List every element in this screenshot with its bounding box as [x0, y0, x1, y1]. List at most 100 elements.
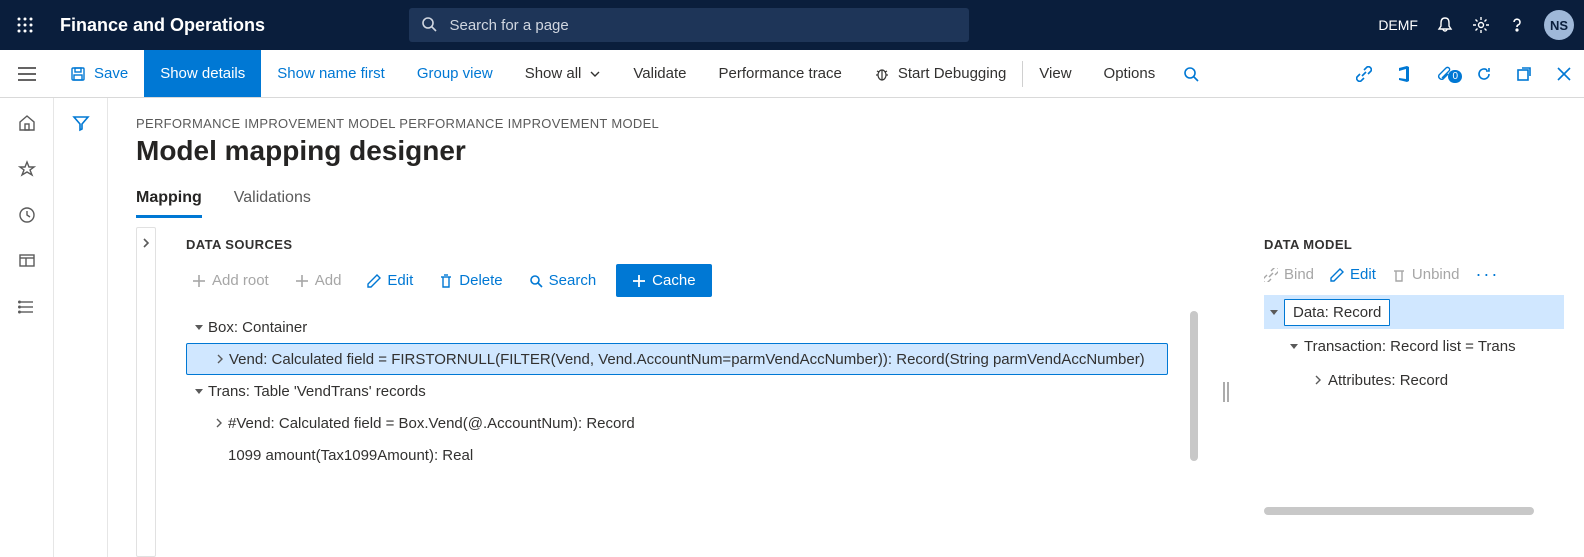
horizontal-scrollbar[interactable] — [1264, 507, 1534, 515]
cache-label: Cache — [652, 272, 695, 289]
company-code[interactable]: DEMF — [1378, 17, 1418, 33]
ds-search-button[interactable]: Search — [523, 268, 603, 293]
view-label: View — [1039, 65, 1071, 82]
refresh-icon[interactable] — [1464, 66, 1504, 82]
data-sources-toolbar: Add root Add Edit Delete — [186, 264, 1188, 297]
bind-label: Bind — [1284, 266, 1314, 283]
tree-label: 1099 amount(Tax1099Amount): Real — [228, 447, 473, 464]
show-all-dropdown[interactable]: Show all — [509, 50, 618, 97]
group-view-button[interactable]: Group view — [401, 50, 509, 97]
performance-trace-label: Performance trace — [718, 65, 841, 82]
caret-down-icon[interactable] — [1284, 341, 1304, 351]
hamburger-icon[interactable] — [0, 50, 54, 97]
dm-label: Data: Record — [1284, 299, 1390, 326]
group-view-label: Group view — [417, 65, 493, 82]
dm-node-transaction[interactable]: Transaction: Record list = Trans — [1264, 329, 1564, 363]
ribbon: Save Show details Show name first Group … — [0, 50, 1584, 98]
ribbon-search-icon[interactable] — [1171, 66, 1211, 82]
dm-edit-label: Edit — [1350, 266, 1376, 283]
dm-node-data[interactable]: Data: Record — [1264, 295, 1564, 329]
vertical-scrollbar[interactable] — [1190, 311, 1198, 461]
caret-down-icon[interactable] — [190, 386, 208, 396]
dm-label: Attributes: Record — [1328, 372, 1448, 389]
favorite-icon[interactable] — [18, 160, 36, 178]
more-icon[interactable]: ··· — [1475, 264, 1499, 285]
tree-label: Box: Container — [208, 319, 307, 336]
performance-trace-button[interactable]: Performance trace — [702, 50, 857, 97]
show-name-first-label: Show name first — [277, 65, 385, 82]
office-icon[interactable] — [1384, 66, 1424, 82]
search-icon — [421, 16, 437, 32]
caret-right-icon[interactable] — [210, 418, 228, 428]
left-collapser[interactable] — [136, 227, 156, 557]
add-root-label: Add root — [212, 272, 269, 289]
app-brand: Finance and Operations — [60, 15, 265, 36]
validate-label: Validate — [633, 65, 686, 82]
caret-right-icon[interactable] — [211, 354, 229, 364]
dm-label: Transaction: Record list = Trans — [1304, 338, 1516, 355]
ds-search-label: Search — [549, 272, 597, 289]
attachments-badge: 0 — [1448, 70, 1462, 83]
panels: DATA SOURCES Add root Add Edit — [136, 227, 1564, 557]
close-icon[interactable] — [1544, 67, 1584, 81]
app-header: Finance and Operations DEMF NS — [0, 0, 1584, 50]
workspace-icon[interactable] — [18, 252, 36, 270]
tree-label: Trans: Table 'VendTrans' records — [208, 383, 426, 400]
data-model-panel: DATA MODEL Bind Edit Unbind ··· — [1264, 227, 1564, 557]
popout-icon[interactable] — [1504, 66, 1544, 82]
tree-node-trans[interactable]: Trans: Table 'VendTrans' records — [186, 375, 1168, 407]
gear-icon[interactable] — [1472, 16, 1490, 34]
caret-down-icon[interactable] — [190, 322, 208, 332]
tree-label: Vend: Calculated field = FIRSTORNULL(FIL… — [229, 351, 1145, 368]
tab-mapping[interactable]: Mapping — [136, 189, 202, 218]
delete-button[interactable]: Delete — [433, 268, 508, 293]
data-model-toolbar: Bind Edit Unbind ··· — [1264, 264, 1564, 285]
tree-node-vend[interactable]: Vend: Calculated field = FIRSTORNULL(FIL… — [186, 343, 1168, 375]
bug-icon — [874, 66, 890, 82]
modules-icon[interactable] — [18, 298, 36, 316]
page-title: Model mapping designer — [136, 135, 1564, 167]
show-details-button[interactable]: Show details — [144, 50, 261, 97]
data-sources-panel: DATA SOURCES Add root Add Edit — [186, 227, 1188, 557]
tree-label: #Vend: Calculated field = Box.Vend(@.Acc… — [228, 415, 635, 432]
data-sources-tree: Box: Container Vend: Calculated field = … — [186, 311, 1188, 471]
caret-down-icon[interactable] — [1264, 307, 1284, 317]
main-content: PERFORMANCE IMPROVEMENT MODEL PERFORMANC… — [108, 98, 1584, 557]
panel-splitter[interactable] — [1218, 227, 1234, 557]
tab-validations[interactable]: Validations — [234, 189, 311, 218]
dm-edit-button[interactable]: Edit — [1330, 266, 1376, 283]
tree-node-nvend[interactable]: #Vend: Calculated field = Box.Vend(@.Acc… — [186, 407, 1168, 439]
show-all-label: Show all — [525, 65, 582, 82]
global-search-input[interactable] — [409, 8, 969, 42]
tree-node-amount[interactable]: 1099 amount(Tax1099Amount): Real — [186, 439, 1168, 471]
view-menu[interactable]: View — [1023, 50, 1087, 97]
home-icon[interactable] — [18, 114, 36, 132]
edit-button[interactable]: Edit — [361, 268, 419, 293]
user-avatar[interactable]: NS — [1544, 10, 1574, 40]
dm-node-attributes[interactable]: Attributes: Record — [1264, 363, 1564, 397]
bell-icon[interactable] — [1436, 16, 1454, 34]
show-name-first-button[interactable]: Show name first — [261, 50, 401, 97]
start-debugging-button[interactable]: Start Debugging — [858, 50, 1022, 97]
waffle-icon[interactable] — [10, 17, 40, 33]
caret-right-icon[interactable] — [1308, 375, 1328, 385]
cache-button[interactable]: Cache — [616, 264, 711, 297]
tree-node-box[interactable]: Box: Container — [186, 311, 1168, 343]
attachments-icon[interactable]: 0 — [1424, 66, 1464, 82]
add-button: Add — [289, 268, 348, 293]
add-label: Add — [315, 272, 342, 289]
filter-icon[interactable] — [72, 114, 90, 557]
save-button[interactable]: Save — [54, 50, 144, 97]
show-details-label: Show details — [160, 65, 245, 82]
options-menu[interactable]: Options — [1088, 50, 1172, 97]
save-label: Save — [94, 65, 128, 82]
options-label: Options — [1104, 65, 1156, 82]
data-sources-title: DATA SOURCES — [186, 237, 1188, 252]
link-icon[interactable] — [1344, 66, 1384, 82]
validate-button[interactable]: Validate — [617, 50, 702, 97]
unbind-label: Unbind — [1412, 266, 1460, 283]
help-icon[interactable] — [1508, 16, 1526, 34]
filter-column — [54, 98, 108, 557]
search-container — [409, 8, 969, 42]
recent-icon[interactable] — [18, 206, 36, 224]
